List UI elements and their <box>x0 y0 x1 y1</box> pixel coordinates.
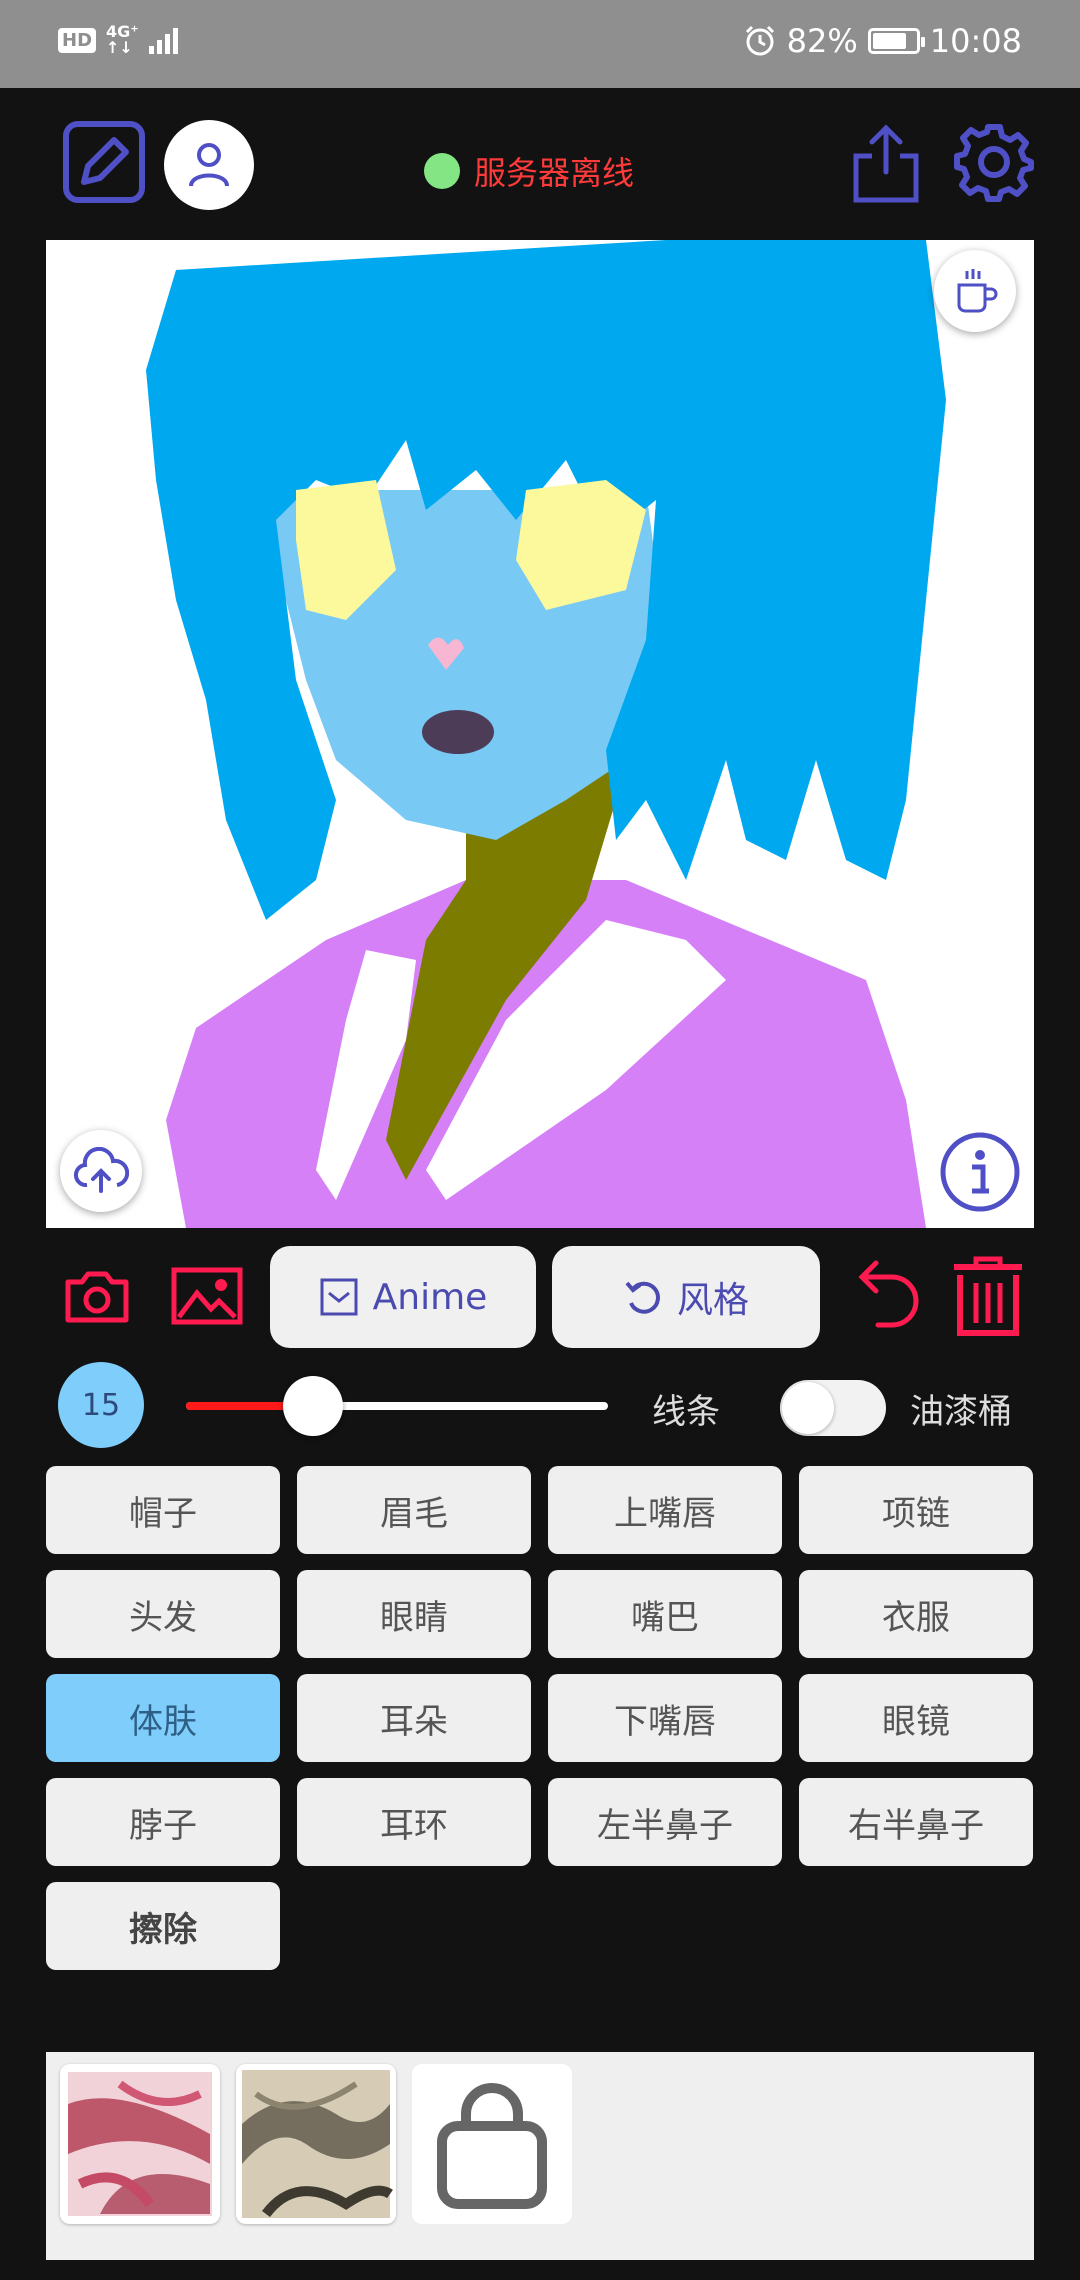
undo-button[interactable] <box>840 1258 924 1334</box>
part-chip[interactable]: 帽子 <box>46 1466 280 1554</box>
part-chip[interactable]: 右半鼻子 <box>799 1778 1033 1866</box>
image-icon <box>171 1267 243 1325</box>
style-thumbnail-beige[interactable] <box>236 2064 396 2224</box>
paint-bucket-label: 油漆桶 <box>910 1392 1012 1432</box>
part-chip[interactable]: 下嘴唇 <box>548 1674 782 1762</box>
coffee-icon <box>957 269 998 313</box>
part-chip[interactable]: 耳环 <box>297 1778 531 1866</box>
status-left: HD 4G⁺ ↑↓ <box>58 24 178 56</box>
part-chip[interactable]: 左半鼻子 <box>548 1778 782 1866</box>
upload-button[interactable] <box>60 1130 142 1212</box>
clock: 10:08 <box>929 22 1022 60</box>
profile-button[interactable] <box>164 120 254 210</box>
toggle-knob <box>782 1382 834 1434</box>
part-chip[interactable]: 头发 <box>46 1570 280 1658</box>
anime-button[interactable]: Anime <box>270 1246 536 1348</box>
part-chip[interactable]: 眼睛 <box>297 1570 531 1658</box>
edit-button[interactable] <box>62 120 146 204</box>
style-tray <box>46 2052 1034 2260</box>
settings-button[interactable] <box>952 120 1036 204</box>
shop-button[interactable] <box>412 2064 572 2224</box>
status-bar: HD 4G⁺ ↑↓ 82% 10:08 <box>0 0 1080 88</box>
info-button[interactable] <box>938 1130 1022 1214</box>
beige-texture-image <box>242 2070 393 2218</box>
paint-bucket-toggle[interactable] <box>780 1380 886 1436</box>
top-toolbar: 服务器离线 <box>0 88 1080 240</box>
shopping-bag-icon <box>437 2083 547 2209</box>
style-thumbnail-pink[interactable] <box>60 2064 220 2224</box>
part-chip[interactable]: 脖子 <box>46 1778 280 1866</box>
trash-icon <box>954 1256 1022 1336</box>
refresh-icon <box>625 1281 660 1314</box>
drawing-canvas[interactable] <box>46 240 1034 1228</box>
user-icon <box>189 143 229 187</box>
style-button[interactable]: 风格 <box>552 1246 820 1348</box>
network-type: 4G⁺ ↑↓ <box>106 24 139 56</box>
part-chip[interactable]: 体肤 <box>46 1674 280 1762</box>
signal-icon <box>148 26 178 54</box>
hd-badge: HD <box>58 27 97 53</box>
status-dot <box>424 153 460 189</box>
battery-percent: 82% <box>786 22 858 60</box>
line-label: 线条 <box>652 1392 720 1432</box>
brush-size-slider[interactable] <box>186 1376 608 1436</box>
status-right: 82% 10:08 <box>743 22 1022 60</box>
delete-button[interactable] <box>948 1254 1028 1338</box>
alarm-icon <box>745 25 774 56</box>
undo-icon <box>858 1260 919 1328</box>
style-label: 风格 <box>676 1280 749 1321</box>
part-selector-grid: 帽子 眉毛 上嘴唇 项链头发 眼睛 嘴巴 衣服体肤 耳朵 下嘴唇 眼镜脖子 耳环 左半鼻子 右半鼻子擦除 <box>46 1466 1034 1970</box>
slider-thumb[interactable] <box>282 1376 343 1436</box>
camera-icon <box>65 1271 129 1323</box>
info-icon <box>940 1132 1020 1212</box>
gallery-button[interactable] <box>170 1264 244 1328</box>
part-chip[interactable]: 衣服 <box>799 1570 1033 1658</box>
part-chip[interactable]: 项链 <box>799 1466 1033 1554</box>
part-chip[interactable]: 上嘴唇 <box>548 1466 782 1554</box>
dropdown-box-icon <box>320 1278 358 1316</box>
part-chip[interactable]: 擦除 <box>46 1882 280 1970</box>
share-icon <box>853 124 919 203</box>
share-button[interactable] <box>846 118 926 208</box>
battery-icon <box>867 28 925 54</box>
part-chip[interactable]: 嘴巴 <box>548 1570 782 1658</box>
part-chip[interactable]: 耳朵 <box>297 1674 531 1762</box>
drawing-artwork <box>146 240 946 1228</box>
server-status-text: 服务器离线 <box>474 154 635 192</box>
brush-size-indicator[interactable]: 15 <box>58 1362 144 1448</box>
part-chip[interactable]: 眼镜 <box>799 1674 1033 1762</box>
cloud-upload-icon <box>74 1147 129 1193</box>
pink-texture-image <box>68 2072 212 2216</box>
gear-icon <box>954 124 1034 202</box>
edit-icon <box>63 121 145 203</box>
server-status: 服务器离线 <box>424 148 634 194</box>
camera-button[interactable] <box>62 1264 132 1328</box>
part-chip[interactable]: 眉毛 <box>297 1466 531 1554</box>
anime-label: Anime <box>372 1276 488 1318</box>
coffee-button[interactable] <box>934 250 1016 332</box>
network-arrows: ↑↓ <box>106 38 133 57</box>
